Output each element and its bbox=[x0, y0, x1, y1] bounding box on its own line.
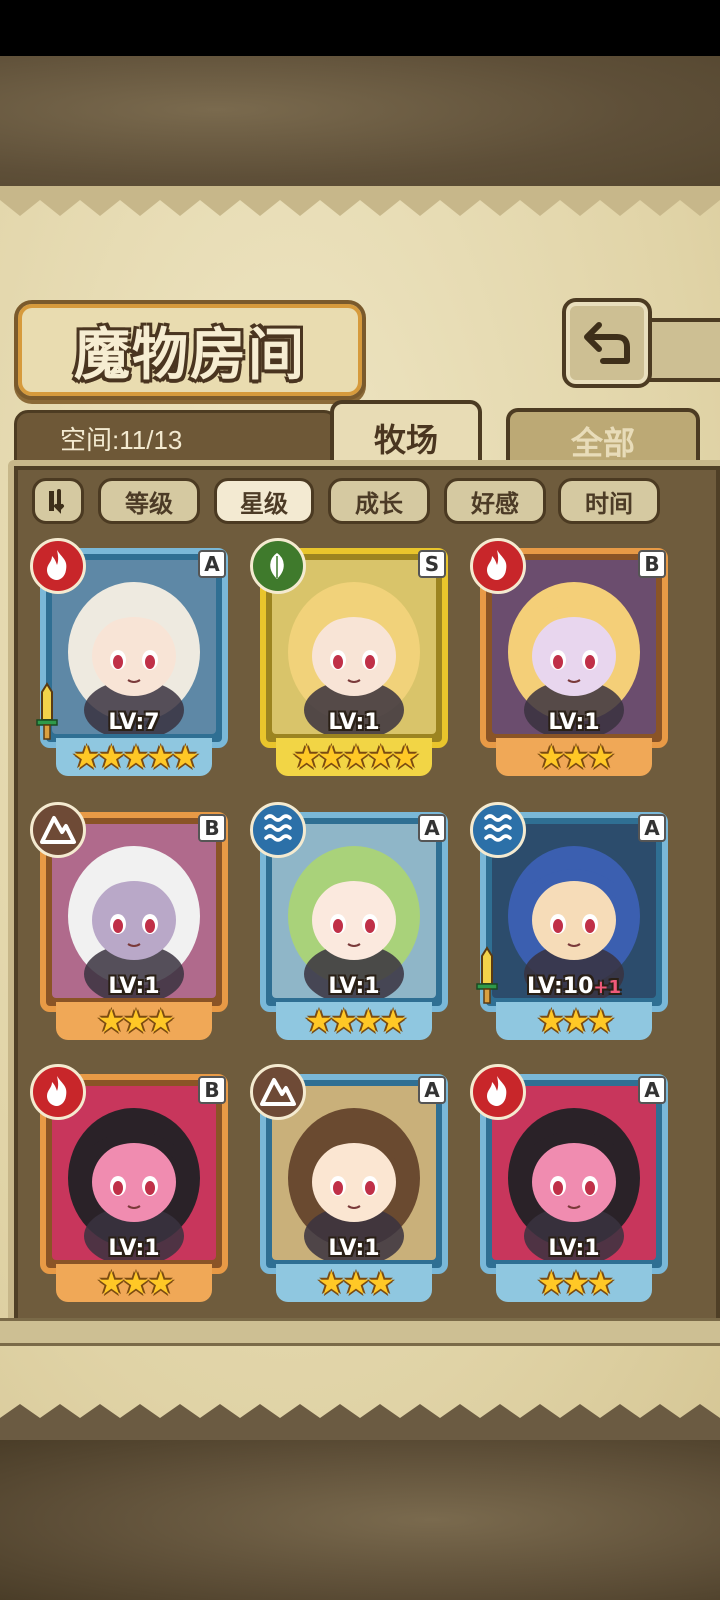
monster-card[interactable]: A LV:7 ★★★★★ bbox=[30, 538, 234, 778]
rank-badge: A bbox=[638, 814, 666, 842]
sort-by-growth[interactable]: 成长 bbox=[328, 478, 430, 524]
sort-by-star[interactable]: 星级 bbox=[214, 478, 314, 524]
star-rating: ★★★ bbox=[536, 738, 615, 776]
page-title: 魔物房间 bbox=[14, 300, 366, 400]
monster-card[interactable]: A LV:1 ★★★ bbox=[250, 1064, 454, 1304]
level-text: LV:7 bbox=[108, 710, 160, 735]
monster-level: LV:1 bbox=[34, 974, 234, 999]
board-bottom-rail bbox=[0, 1318, 720, 1346]
star-rating: ★★★★★ bbox=[72, 738, 199, 776]
monster-level: LV:1 bbox=[474, 710, 674, 735]
rank-badge: A bbox=[418, 1076, 446, 1104]
level-text: LV:1 bbox=[328, 710, 380, 735]
rank-badge: B bbox=[198, 1076, 226, 1104]
fire-element-icon bbox=[470, 538, 526, 594]
leaf-element-icon bbox=[250, 538, 306, 594]
water-element-icon bbox=[470, 802, 526, 858]
star-rating: ★★★ bbox=[536, 1264, 615, 1302]
star-rating: ★★★ bbox=[536, 1002, 615, 1040]
level-text: LV:1 bbox=[548, 710, 600, 735]
level-text: LV:1 bbox=[108, 1236, 160, 1261]
back-button[interactable] bbox=[562, 298, 652, 388]
monster-level: LV:7 bbox=[34, 710, 234, 735]
monster-level: LV:1 bbox=[254, 974, 454, 999]
earth-element-icon bbox=[250, 1064, 306, 1120]
tab-ranch-label: 牧场 bbox=[373, 421, 438, 459]
monster-card[interactable]: S LV:1 ★★★★★ bbox=[250, 538, 454, 778]
rank-badge: A bbox=[638, 1076, 666, 1104]
sort-by-time[interactable]: 时间 bbox=[558, 478, 660, 524]
water-element-icon bbox=[250, 802, 306, 858]
monster-level: LV:1 bbox=[474, 1236, 674, 1261]
rank-badge: B bbox=[198, 814, 226, 842]
map-background-bottom bbox=[0, 1440, 720, 1600]
return-icon bbox=[584, 322, 630, 364]
fire-element-icon bbox=[470, 1064, 526, 1120]
level-bonus: +1 bbox=[593, 977, 622, 998]
tab-all-label: 全部 bbox=[570, 424, 635, 462]
zigzag-border-top bbox=[0, 186, 720, 216]
fire-element-icon bbox=[30, 538, 86, 594]
sort-toolbar: 等级 星级 成长 好感 时间 bbox=[32, 478, 672, 526]
monster-card[interactable]: B LV:1 ★★★ bbox=[470, 538, 674, 778]
star-rating: ★★★★ bbox=[304, 1002, 408, 1040]
monster-card[interactable]: A LV:1 ★★★★ bbox=[250, 802, 454, 1042]
space-capacity: 空间:11/13 bbox=[60, 425, 183, 455]
monster-level: LV:10+1 bbox=[474, 974, 674, 999]
sort-order-icon bbox=[49, 489, 64, 514]
star-rating: ★★★ bbox=[96, 1264, 175, 1302]
monster-level: LV:1 bbox=[254, 1236, 454, 1261]
earth-element-icon bbox=[30, 802, 86, 858]
rank-badge: B bbox=[638, 550, 666, 578]
level-text: LV:10 bbox=[526, 974, 594, 999]
monster-card[interactable]: B LV:1 ★★★ bbox=[30, 802, 234, 1042]
monster-card[interactable]: B LV:1 ★★★ bbox=[30, 1064, 234, 1304]
monster-level: LV:1 bbox=[254, 710, 454, 735]
zigzag-border-bottom bbox=[0, 1404, 720, 1444]
monster-card[interactable]: A LV:10+1 ★★★ bbox=[470, 802, 674, 1042]
fire-element-icon bbox=[30, 1064, 86, 1120]
back-button-tail bbox=[640, 318, 720, 382]
level-text: LV:1 bbox=[328, 1236, 380, 1261]
map-background-top bbox=[0, 56, 720, 190]
level-text: LV:1 bbox=[328, 974, 380, 999]
star-rating: ★★★ bbox=[316, 1264, 395, 1302]
status-bar bbox=[0, 0, 720, 56]
rank-badge: A bbox=[418, 814, 446, 842]
sort-order-button[interactable] bbox=[32, 478, 84, 524]
star-rating: ★★★ bbox=[96, 1002, 175, 1040]
level-text: LV:1 bbox=[548, 1236, 600, 1261]
sort-by-level[interactable]: 等级 bbox=[98, 478, 200, 524]
star-rating: ★★★★★ bbox=[292, 738, 419, 776]
monster-card[interactable]: A LV:1 ★★★ bbox=[470, 1064, 674, 1304]
rank-badge: S bbox=[418, 550, 446, 578]
rank-badge: A bbox=[198, 550, 226, 578]
monster-level: LV:1 bbox=[34, 1236, 234, 1261]
level-text: LV:1 bbox=[108, 974, 160, 999]
sort-by-affection[interactable]: 好感 bbox=[444, 478, 546, 524]
